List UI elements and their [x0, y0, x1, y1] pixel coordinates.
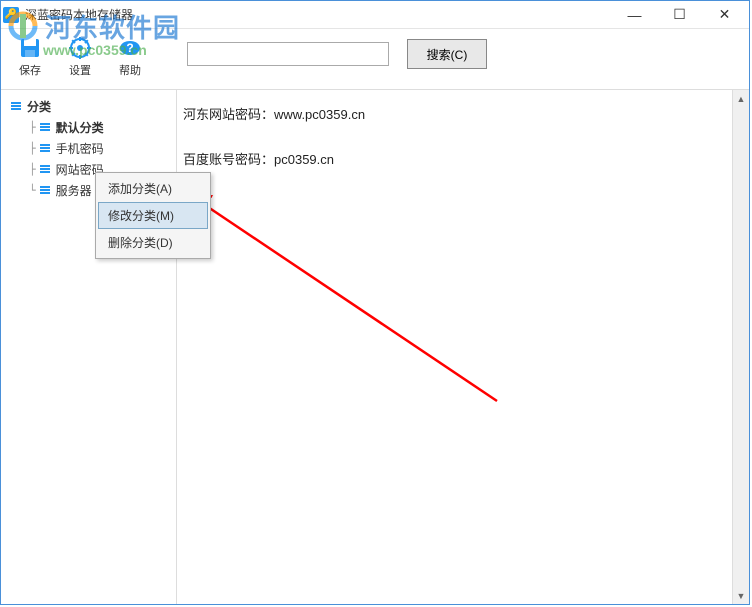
- titlebar[interactable]: 🔑 深蓝密码本地存储器 — ☐ ✕: [1, 1, 749, 29]
- tree-item-label: 服务器: [56, 182, 92, 199]
- save-label: 保存: [19, 62, 41, 78]
- content-panel: 河东网站密码：www.pc0359.cn 百度账号密码：pc0359.cn ▲ …: [177, 90, 749, 604]
- help-button[interactable]: ? 帮助: [117, 35, 143, 78]
- settings-label: 设置: [69, 62, 91, 78]
- tree-root-category[interactable]: 分类: [3, 96, 174, 117]
- save-button[interactable]: 保存: [17, 35, 43, 78]
- minimize-button[interactable]: —: [612, 1, 657, 29]
- list-icon: [40, 123, 52, 133]
- main-area: 分类 ├ 默认分类 ├ 手机密码 ├ 网站密码 └ 服务器: [1, 89, 749, 604]
- tree-item-default[interactable]: ├ 默认分类: [3, 117, 174, 138]
- help-label: 帮助: [119, 62, 141, 78]
- tree-item-label: 默认分类: [56, 119, 104, 136]
- tree-root-label: 分类: [27, 98, 51, 115]
- app-icon: 🔑: [3, 7, 19, 23]
- tree-branch-icon: └: [29, 184, 36, 197]
- save-icon: [17, 35, 43, 61]
- gear-icon: [67, 35, 93, 61]
- tree-item-phone[interactable]: ├ 手机密码: [3, 138, 174, 159]
- search-input[interactable]: [187, 42, 389, 66]
- help-icon: ?: [117, 35, 143, 61]
- scroll-down-icon[interactable]: ▼: [733, 587, 749, 604]
- search-button[interactable]: 搜索(C): [407, 39, 487, 69]
- maximize-button[interactable]: ☐: [657, 1, 702, 29]
- list-icon: [40, 165, 52, 175]
- sidebar: 分类 ├ 默认分类 ├ 手机密码 ├ 网站密码 └ 服务器: [1, 90, 177, 604]
- list-icon: [11, 102, 23, 112]
- settings-button[interactable]: 设置: [67, 35, 93, 78]
- context-modify-category[interactable]: 修改分类(M): [98, 202, 208, 229]
- svg-text:?: ?: [126, 41, 133, 55]
- close-button[interactable]: ✕: [702, 1, 747, 29]
- content-line[interactable]: 河东网站密码：www.pc0359.cn: [177, 100, 749, 127]
- vertical-scrollbar[interactable]: ▲ ▼: [732, 90, 749, 604]
- scroll-up-icon[interactable]: ▲: [733, 90, 749, 107]
- content-line[interactable]: 百度账号密码：pc0359.cn: [177, 145, 749, 172]
- tree-branch-icon: ├: [29, 121, 36, 134]
- context-delete-category[interactable]: 删除分类(D): [98, 229, 208, 256]
- window-controls: — ☐ ✕: [612, 1, 747, 29]
- tree-branch-icon: ├: [29, 163, 36, 176]
- context-add-category[interactable]: 添加分类(A): [98, 175, 208, 202]
- list-icon: [40, 186, 52, 196]
- window-title: 深蓝密码本地存储器: [25, 6, 612, 23]
- context-menu: 添加分类(A) 修改分类(M) 删除分类(D): [95, 172, 211, 259]
- tree-item-label: 手机密码: [56, 140, 104, 157]
- list-icon: [40, 144, 52, 154]
- tree-branch-icon: ├: [29, 142, 36, 155]
- search-row: 搜索(C): [187, 39, 487, 69]
- app-window: 🔑 深蓝密码本地存储器 — ☐ ✕ 保存 设置 ?: [0, 0, 750, 605]
